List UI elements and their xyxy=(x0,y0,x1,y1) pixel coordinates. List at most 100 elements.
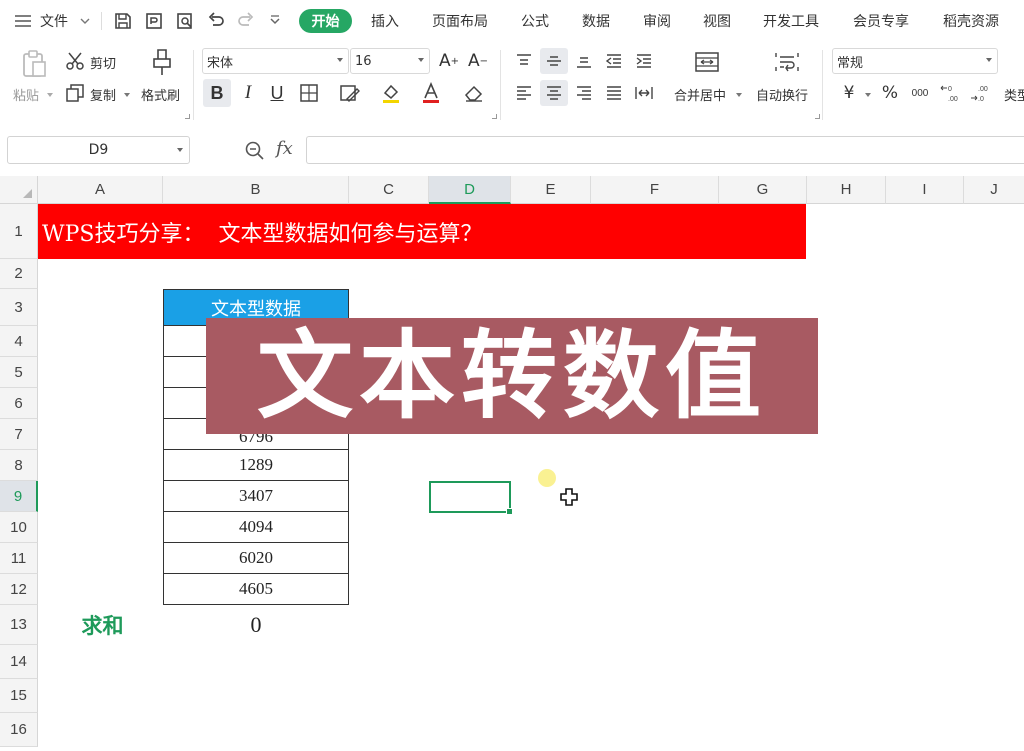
font-size-select[interactable]: 16 xyxy=(350,48,430,74)
table-cell-b10[interactable]: 4094 xyxy=(163,512,349,543)
align-top-icon[interactable] xyxy=(512,50,536,72)
copy-icon xyxy=(64,82,86,104)
tab-review[interactable]: 审阅 xyxy=(643,0,671,42)
insert-function-button[interactable]: fx xyxy=(276,138,293,159)
align-middle-icon[interactable] xyxy=(540,48,568,74)
thousands-separator-icon[interactable]: 000 xyxy=(906,80,934,106)
increase-font-icon[interactable]: A + xyxy=(437,48,461,74)
tab-view[interactable]: 视图 xyxy=(703,0,731,42)
font-name-select[interactable]: 宋体 xyxy=(202,48,349,74)
sheet-title-cell[interactable]: WPS技巧分享： 文本型数据如何参与运算？ xyxy=(38,204,806,259)
cell-cursor-cross-icon xyxy=(559,487,579,507)
row-header-5[interactable]: 5 xyxy=(0,357,38,388)
align-left-icon[interactable] xyxy=(512,80,536,106)
sum-value-cell[interactable]: 0 xyxy=(163,610,349,640)
zoom-search-icon[interactable] xyxy=(244,140,266,162)
formula-input[interactable] xyxy=(306,136,1024,164)
paste-icon[interactable] xyxy=(18,48,50,80)
tab-page-layout[interactable]: 页面布局 xyxy=(432,0,488,42)
column-header-e[interactable]: E xyxy=(511,176,591,204)
row-header-14[interactable]: 14 xyxy=(0,645,38,679)
row-header-12[interactable]: 12 xyxy=(0,574,38,605)
tab-insert[interactable]: 插入 xyxy=(371,0,399,42)
percent-icon[interactable]: % xyxy=(878,80,902,106)
row-header-1[interactable]: 1 xyxy=(0,204,38,259)
column-header-i[interactable]: I xyxy=(886,176,964,204)
number-format-select[interactable]: 常规 xyxy=(832,48,998,74)
print-preview-icon[interactable] xyxy=(172,8,198,34)
column-header-b[interactable]: B xyxy=(163,176,349,204)
file-menu-chevron-icon[interactable] xyxy=(80,0,90,42)
select-all-corner[interactable] xyxy=(0,176,38,204)
wrap-text-button[interactable]: 自动换行 xyxy=(756,85,808,104)
font-name-value: 宋体 xyxy=(207,55,234,71)
align-bottom-icon[interactable] xyxy=(572,50,596,72)
merge-center-button[interactable]: 合并居中 xyxy=(674,85,726,104)
redo-icon[interactable] xyxy=(233,8,259,34)
row-header-10[interactable]: 10 xyxy=(0,512,38,543)
decrease-decimal-icon[interactable]: .00.0 xyxy=(968,80,996,106)
active-cell-d9[interactable] xyxy=(429,481,513,515)
format-painter-icon[interactable] xyxy=(148,46,176,78)
increase-decimal-icon[interactable]: 0.00 xyxy=(938,80,966,106)
type-convert-button[interactable]: 类型 xyxy=(1004,85,1024,104)
cut-button[interactable]: 剪切 xyxy=(90,53,116,72)
tab-docer-resources[interactable]: 稻壳资源 xyxy=(943,0,999,42)
fill-color-icon[interactable] xyxy=(377,80,405,106)
undo-icon[interactable] xyxy=(203,8,229,34)
currency-icon[interactable]: ¥ xyxy=(836,80,862,106)
tab-home[interactable]: 开始 xyxy=(299,9,352,33)
row-header-11[interactable]: 11 xyxy=(0,543,38,574)
tab-formulas[interactable]: 公式 xyxy=(521,0,549,42)
row-header-4[interactable]: 4 xyxy=(0,326,38,357)
column-header-c[interactable]: C xyxy=(349,176,429,204)
increase-indent-icon[interactable] xyxy=(632,50,656,72)
row-header-8[interactable]: 8 xyxy=(0,450,38,481)
row-header-2[interactable]: 2 xyxy=(0,259,38,289)
tab-data[interactable]: 数据 xyxy=(582,0,610,42)
underline-button[interactable]: U xyxy=(266,79,288,107)
distribute-icon[interactable] xyxy=(632,80,656,106)
row-header-3[interactable]: 3 xyxy=(0,289,38,326)
column-header-g[interactable]: G xyxy=(719,176,807,204)
hamburger-menu-button[interactable] xyxy=(14,0,32,42)
file-menu[interactable]: 文件 xyxy=(40,0,68,42)
name-box[interactable]: D9 xyxy=(7,136,190,164)
row-header-15[interactable]: 15 xyxy=(0,679,38,713)
row-header-13[interactable]: 13 xyxy=(0,605,38,645)
clear-eraser-icon[interactable] xyxy=(459,80,489,106)
hamburger-icon xyxy=(15,15,31,27)
tab-developer[interactable]: 开发工具 xyxy=(763,0,819,42)
save-icon[interactable] xyxy=(110,8,136,34)
decrease-font-icon[interactable]: A − xyxy=(466,48,490,74)
row-header-6[interactable]: 6 xyxy=(0,388,38,419)
align-right-icon[interactable] xyxy=(572,80,596,106)
column-header-d[interactable]: D xyxy=(429,176,511,204)
decrease-indent-icon[interactable] xyxy=(602,50,626,72)
row-header-7[interactable]: 7 xyxy=(0,419,38,450)
export-pdf-icon[interactable] xyxy=(141,8,167,34)
border-icon[interactable] xyxy=(296,80,322,106)
sum-label-cell[interactable]: 求和 xyxy=(60,610,145,640)
row-header-9[interactable]: 9 xyxy=(0,481,38,512)
cell-style-icon[interactable] xyxy=(336,80,364,106)
table-cell-b9[interactable]: 3407 xyxy=(163,481,349,512)
row-header-16[interactable]: 16 xyxy=(0,713,38,747)
font-color-icon[interactable] xyxy=(418,80,444,106)
copy-button[interactable]: 复制 xyxy=(90,85,116,104)
column-header-h[interactable]: H xyxy=(807,176,886,204)
table-cell-b12[interactable]: 4605 xyxy=(163,574,349,605)
justify-icon[interactable] xyxy=(602,80,626,106)
tab-member[interactable]: 会员专享 xyxy=(853,0,909,42)
column-header-f[interactable]: F xyxy=(591,176,719,204)
paste-button[interactable]: 粘贴 xyxy=(13,85,39,104)
column-header-a[interactable]: A xyxy=(38,176,163,204)
italic-button[interactable]: I xyxy=(237,79,259,107)
column-header-j[interactable]: J xyxy=(964,176,1024,204)
align-center-icon[interactable] xyxy=(540,80,568,106)
table-cell-b8[interactable]: 1289 xyxy=(163,450,349,481)
bold-button[interactable]: B xyxy=(203,79,231,107)
format-painter-button[interactable]: 格式刷 xyxy=(141,85,180,104)
customize-quick-access-icon[interactable] xyxy=(262,8,288,34)
table-cell-b11[interactable]: 6020 xyxy=(163,543,349,574)
